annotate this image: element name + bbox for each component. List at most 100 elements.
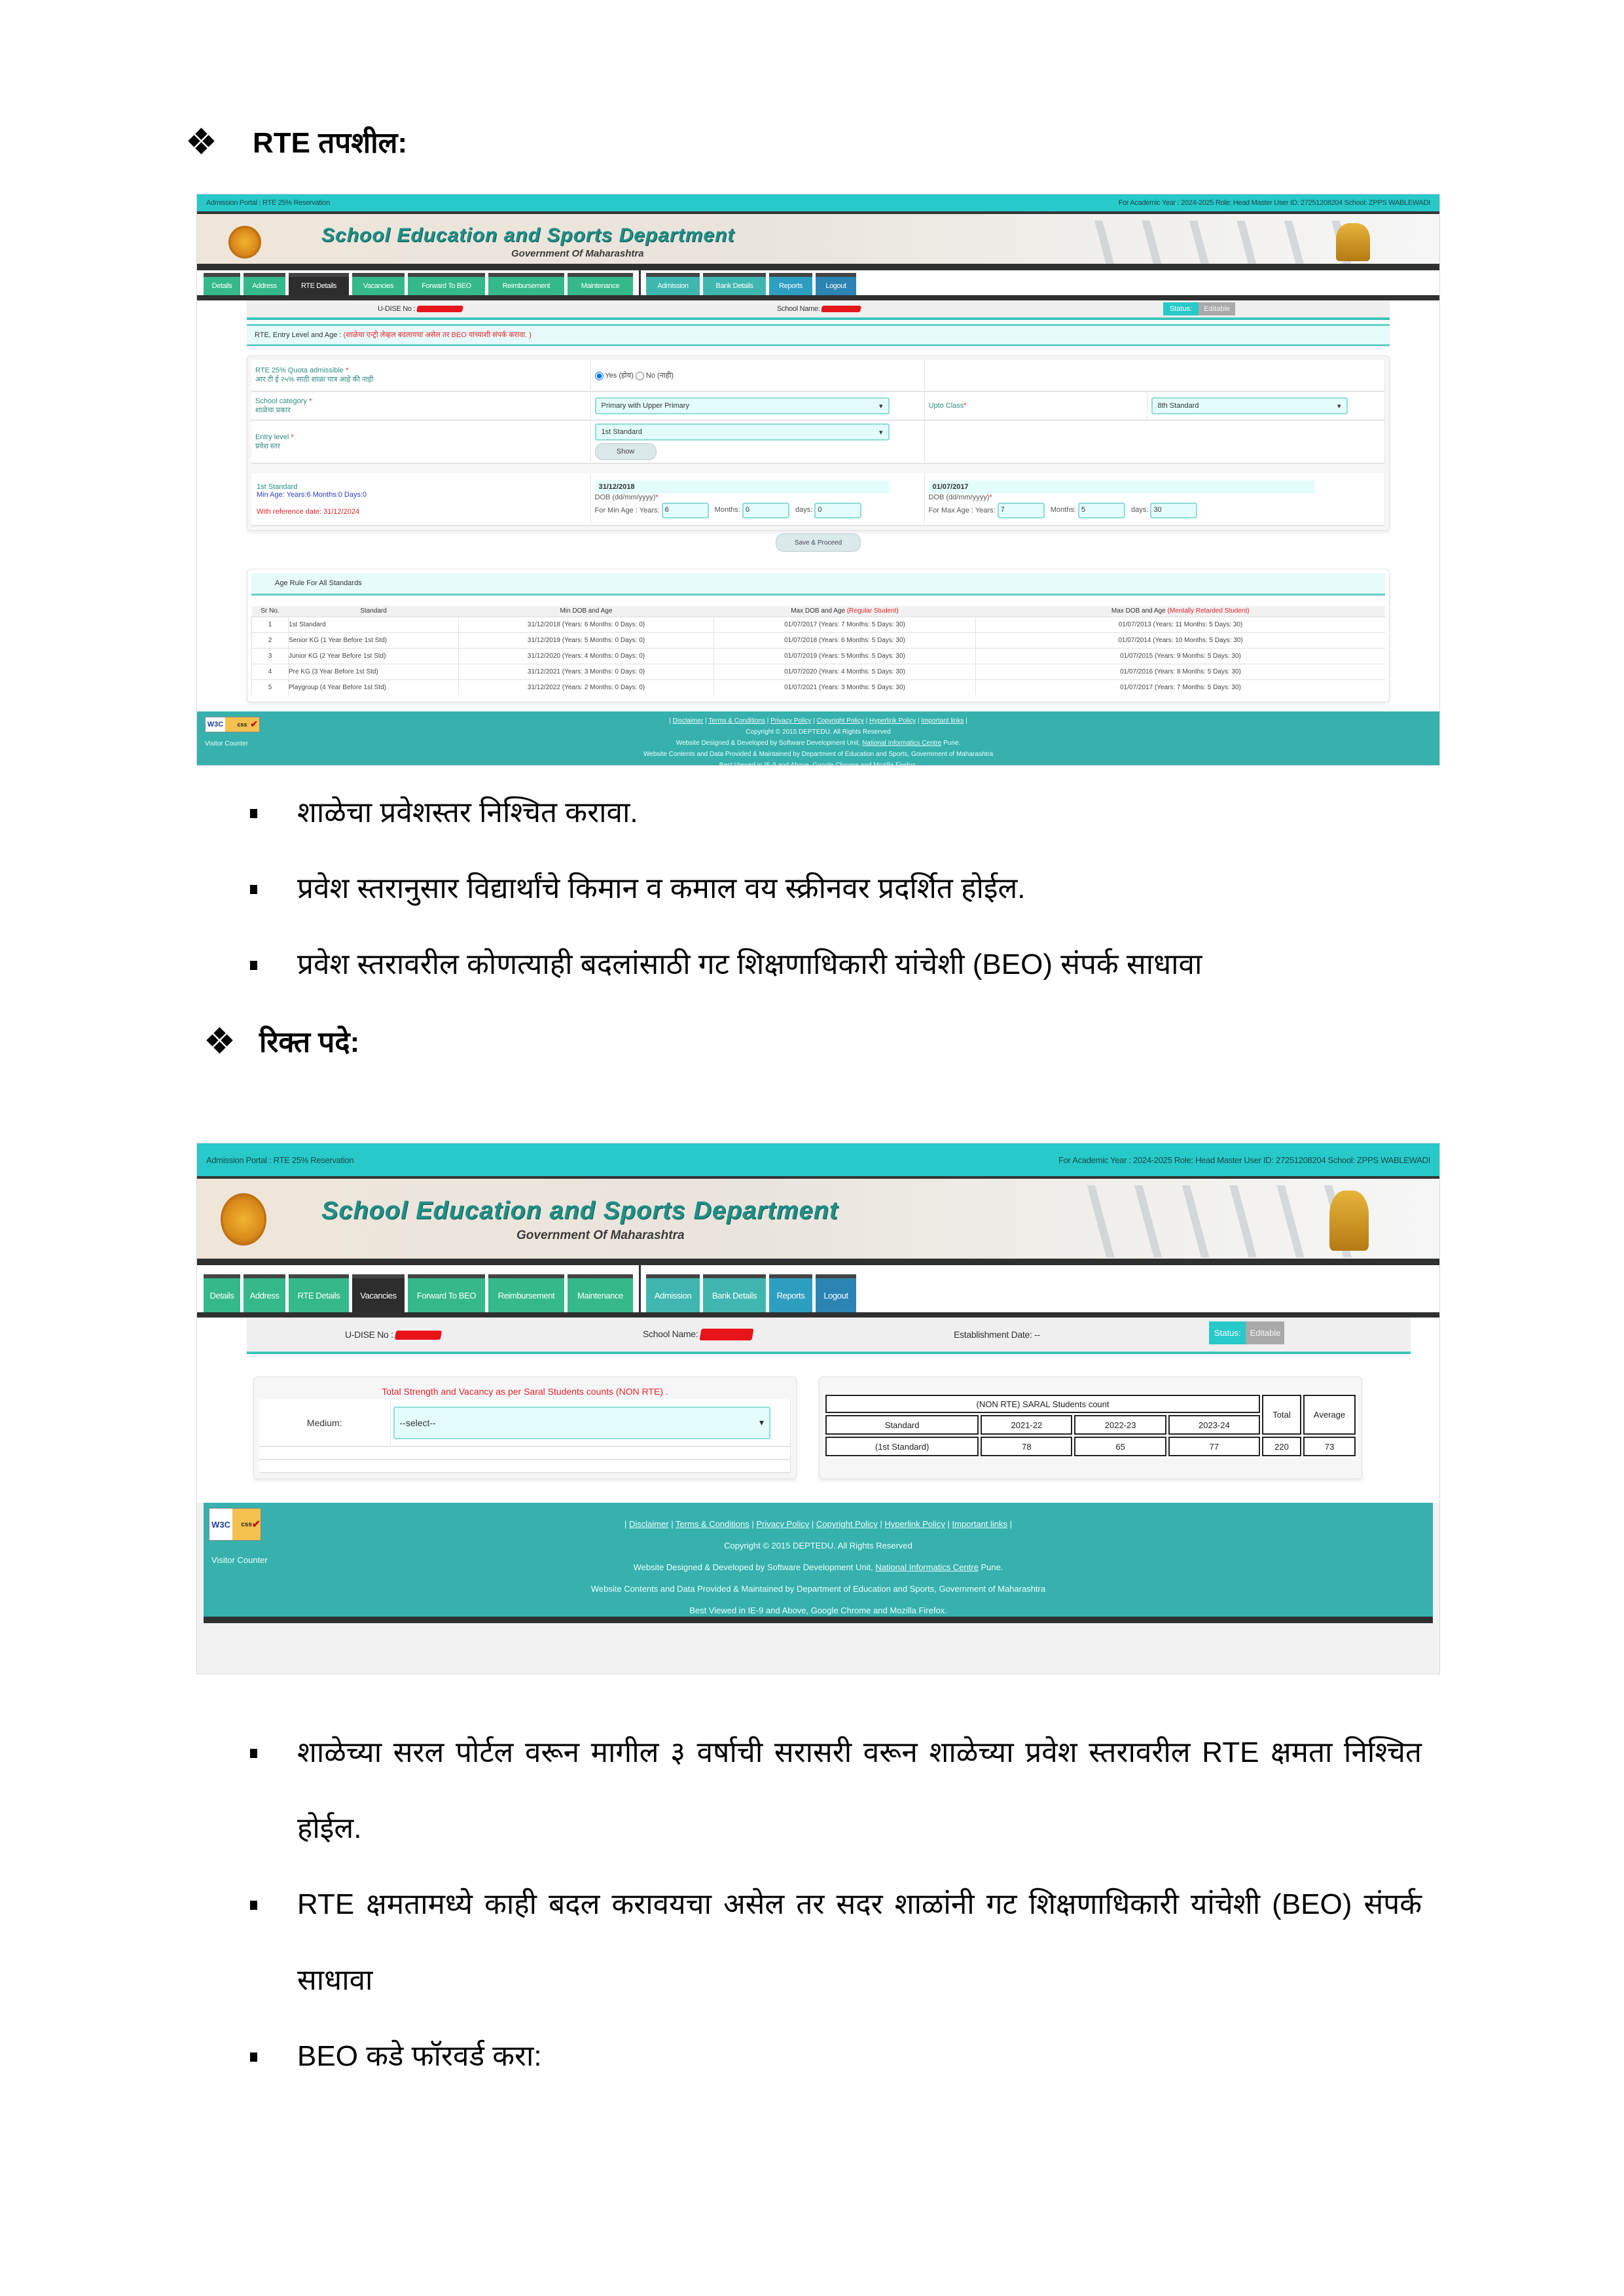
- portal-top-bar: Admission Portal : RTE 25% Reservation F…: [197, 194, 1439, 214]
- tab-address[interactable]: Address: [244, 1274, 285, 1312]
- link-privacy[interactable]: Privacy Policy: [756, 1519, 809, 1529]
- tab-admission[interactable]: Admission: [646, 1274, 700, 1312]
- ashoka-emblem-icon: [1329, 1191, 1369, 1251]
- tab-vacancies[interactable]: Vacancies: [352, 1274, 405, 1312]
- medium-table: Medium: --select-- ▾: [259, 1399, 791, 1473]
- table-row: 5 Playgroup (4 Year Before 1st Std) 31/12/…: [251, 679, 1385, 695]
- tab-logout[interactable]: Logout: [816, 273, 856, 295]
- table-row: 1 1st Standard 31/12/2018 (Years: 6 Months…: [251, 616, 1385, 632]
- quota-label: RTE 25% Quota admissible *: [255, 367, 349, 374]
- entry-level-select[interactable]: 1st Standard ▾: [594, 423, 890, 440]
- tab-admission[interactable]: Admission: [646, 273, 700, 295]
- link-important[interactable]: Important links: [921, 717, 964, 725]
- tab-details[interactable]: Details: [204, 273, 240, 295]
- link-disclaimer[interactable]: Disclaimer: [629, 1519, 669, 1529]
- w3c-css-badge[interactable]: W3C css ✔: [205, 717, 260, 732]
- status-label: Status:: [1209, 1321, 1246, 1344]
- medium-select[interactable]: --select-- ▾: [393, 1406, 770, 1439]
- school-name-field: School Name:: [777, 305, 862, 313]
- footer-contents: Website Contents and Data Provided & Mai…: [590, 1584, 1046, 1594]
- nav-tabs: Details Address RTE Details Vacancies Fo…: [197, 1265, 1439, 1318]
- col-min-dob: Min DOB and Age: [458, 606, 714, 617]
- chevron-down-icon: ▾: [878, 402, 883, 410]
- tab-maintenance[interactable]: Maintenance: [568, 273, 633, 295]
- school-info-bar: U-DISE No : School Name: Status: Editabl…: [247, 300, 1390, 320]
- min-years-input[interactable]: 6: [661, 502, 709, 518]
- tab-bank-details[interactable]: Bank Details: [703, 273, 766, 295]
- category-label: School category *: [255, 397, 312, 405]
- square-bullet-icon: [250, 1901, 257, 1910]
- tab-forward-to-beo[interactable]: Forward To BEO: [408, 1274, 485, 1312]
- min-days-input[interactable]: 0: [814, 502, 862, 518]
- col-total: Total: [1262, 1395, 1301, 1435]
- tab-reports[interactable]: Reports: [769, 273, 812, 295]
- chevron-down-icon: ▾: [759, 1417, 764, 1427]
- age-limits-table: 1st Standard Min Age: Years:6 Months:0 D…: [251, 473, 1385, 526]
- tab-forward-to-beo[interactable]: Forward To BEO: [408, 273, 485, 295]
- quota-no-radio[interactable]: No (नाही): [635, 371, 674, 380]
- footer-designed-by: Website Designed & Developed by Software…: [676, 740, 961, 747]
- tab-separator: [639, 1265, 641, 1312]
- square-bullet-icon: [250, 1749, 257, 1758]
- link-disclaimer[interactable]: Disclaimer: [673, 717, 704, 725]
- age-min-info: Min Age: Years:6 Months:0 Days:0: [257, 490, 367, 499]
- quota-yes-radio[interactable]: Yes (होय): [594, 371, 634, 380]
- save-proceed-button[interactable]: Save & Proceed: [776, 533, 861, 552]
- link-copyright[interactable]: Copyright Policy: [817, 717, 864, 725]
- tab-reports[interactable]: Reports: [769, 1274, 812, 1312]
- row-value: 77: [1168, 1437, 1260, 1456]
- tab-reimbursement[interactable]: Reimbursement: [488, 1274, 564, 1312]
- screenshot-rte-details: Admission Portal : RTE 25% Reservation F…: [196, 194, 1440, 766]
- saral-counts-table: (NON RTE) SARAL Students count Total Ave…: [823, 1393, 1358, 1458]
- max-years-input[interactable]: 7: [997, 502, 1045, 518]
- min-months-input[interactable]: 0: [742, 502, 789, 518]
- tab-reimbursement[interactable]: Reimbursement: [488, 273, 564, 295]
- banner-decoration: [1086, 1185, 1361, 1257]
- portal-top-bar: Admission Portal : RTE 25% Reservation F…: [197, 1143, 1439, 1179]
- tab-bank-details[interactable]: Bank Details: [703, 1274, 766, 1312]
- udise-label: U-DISE No :: [345, 1329, 393, 1340]
- tab-address[interactable]: Address: [244, 273, 285, 295]
- rte-form-table: RTE 25% Quota admissible * आर टी ई २५% स…: [251, 360, 1385, 464]
- w3c-css-badge[interactable]: W3C css ✔: [209, 1508, 261, 1541]
- footer-best-viewed: Best Viewed in IE-9 and Above, Google Ch…: [689, 1605, 947, 1615]
- link-terms[interactable]: Terms & Conditions: [708, 717, 765, 725]
- link-hyperlink[interactable]: Hyperlink Policy: [884, 1519, 945, 1529]
- status-value: Editable: [1199, 302, 1236, 315]
- tab-details[interactable]: Details: [204, 1274, 240, 1312]
- link-copyright[interactable]: Copyright Policy: [816, 1519, 878, 1529]
- portal-subtitle: Government Of Maharashtra: [511, 248, 644, 259]
- show-button[interactable]: Show: [594, 443, 657, 460]
- tab-rte-details[interactable]: RTE Details: [289, 273, 349, 295]
- bullet-item: शाळेच्या सरल पोर्टल वरून मागील ३ वर्षाची…: [250, 1715, 1422, 1867]
- link-privacy[interactable]: Privacy Policy: [770, 717, 811, 725]
- footer-best-viewed: Best Viewed in IE-9 and Above, Google Ch…: [719, 762, 918, 766]
- school-category-select[interactable]: Primary with Upper Primary ▾: [594, 397, 890, 414]
- portal-subtitle: Government Of Maharashtra: [516, 1229, 685, 1242]
- age-standard: 1st Standard: [257, 482, 298, 491]
- reference-date: With reference date: 31/12/2024: [257, 507, 360, 516]
- link-terms[interactable]: Terms & Conditions: [676, 1519, 749, 1529]
- link-hyperlink[interactable]: Hyperlink Policy: [869, 717, 916, 725]
- quota-label-mr: आर टी ई २५% साठी शाळा पात्र आहे की नाही: [255, 376, 374, 384]
- link-nic[interactable]: National Informatics Centre: [862, 740, 941, 747]
- min-dob-value: 31/12/2018: [594, 480, 890, 493]
- max-months-input[interactable]: 5: [1077, 502, 1125, 518]
- link-important[interactable]: Important links: [952, 1519, 1008, 1529]
- tab-logout[interactable]: Logout: [816, 1274, 856, 1312]
- age-rule-panel: Age Rule For All Standards Sr No. Standa…: [247, 569, 1390, 702]
- bullet-item: RTE क्षमतामध्ये काही बदल करावयचा असेल तर…: [250, 1867, 1422, 2018]
- upto-class-select[interactable]: 8th Standard ▾: [1151, 397, 1348, 414]
- max-days-input[interactable]: 30: [1150, 502, 1198, 518]
- link-nic[interactable]: National Informatics Centre: [875, 1562, 979, 1572]
- tab-rte-details[interactable]: RTE Details: [289, 1274, 349, 1312]
- diamond-bullet-icon: [188, 128, 215, 154]
- portal-footer: W3C css ✔ Visitor Counter | Disclaimer | …: [197, 711, 1439, 766]
- tab-vacancies[interactable]: Vacancies: [352, 273, 405, 295]
- portal-footer: W3C css ✔ Visitor Counter | Disclaimer | …: [204, 1503, 1433, 1623]
- tab-maintenance[interactable]: Maintenance: [568, 1274, 633, 1312]
- portal-name: Admission Portal : RTE 25% Reservation: [206, 1155, 354, 1165]
- age-rule-title: Age Rule For All Standards: [251, 573, 1385, 596]
- checkmark-icon: ✔: [251, 1519, 261, 1530]
- min-dob-label: DOB (dd/mm/yyyy)*: [594, 493, 659, 501]
